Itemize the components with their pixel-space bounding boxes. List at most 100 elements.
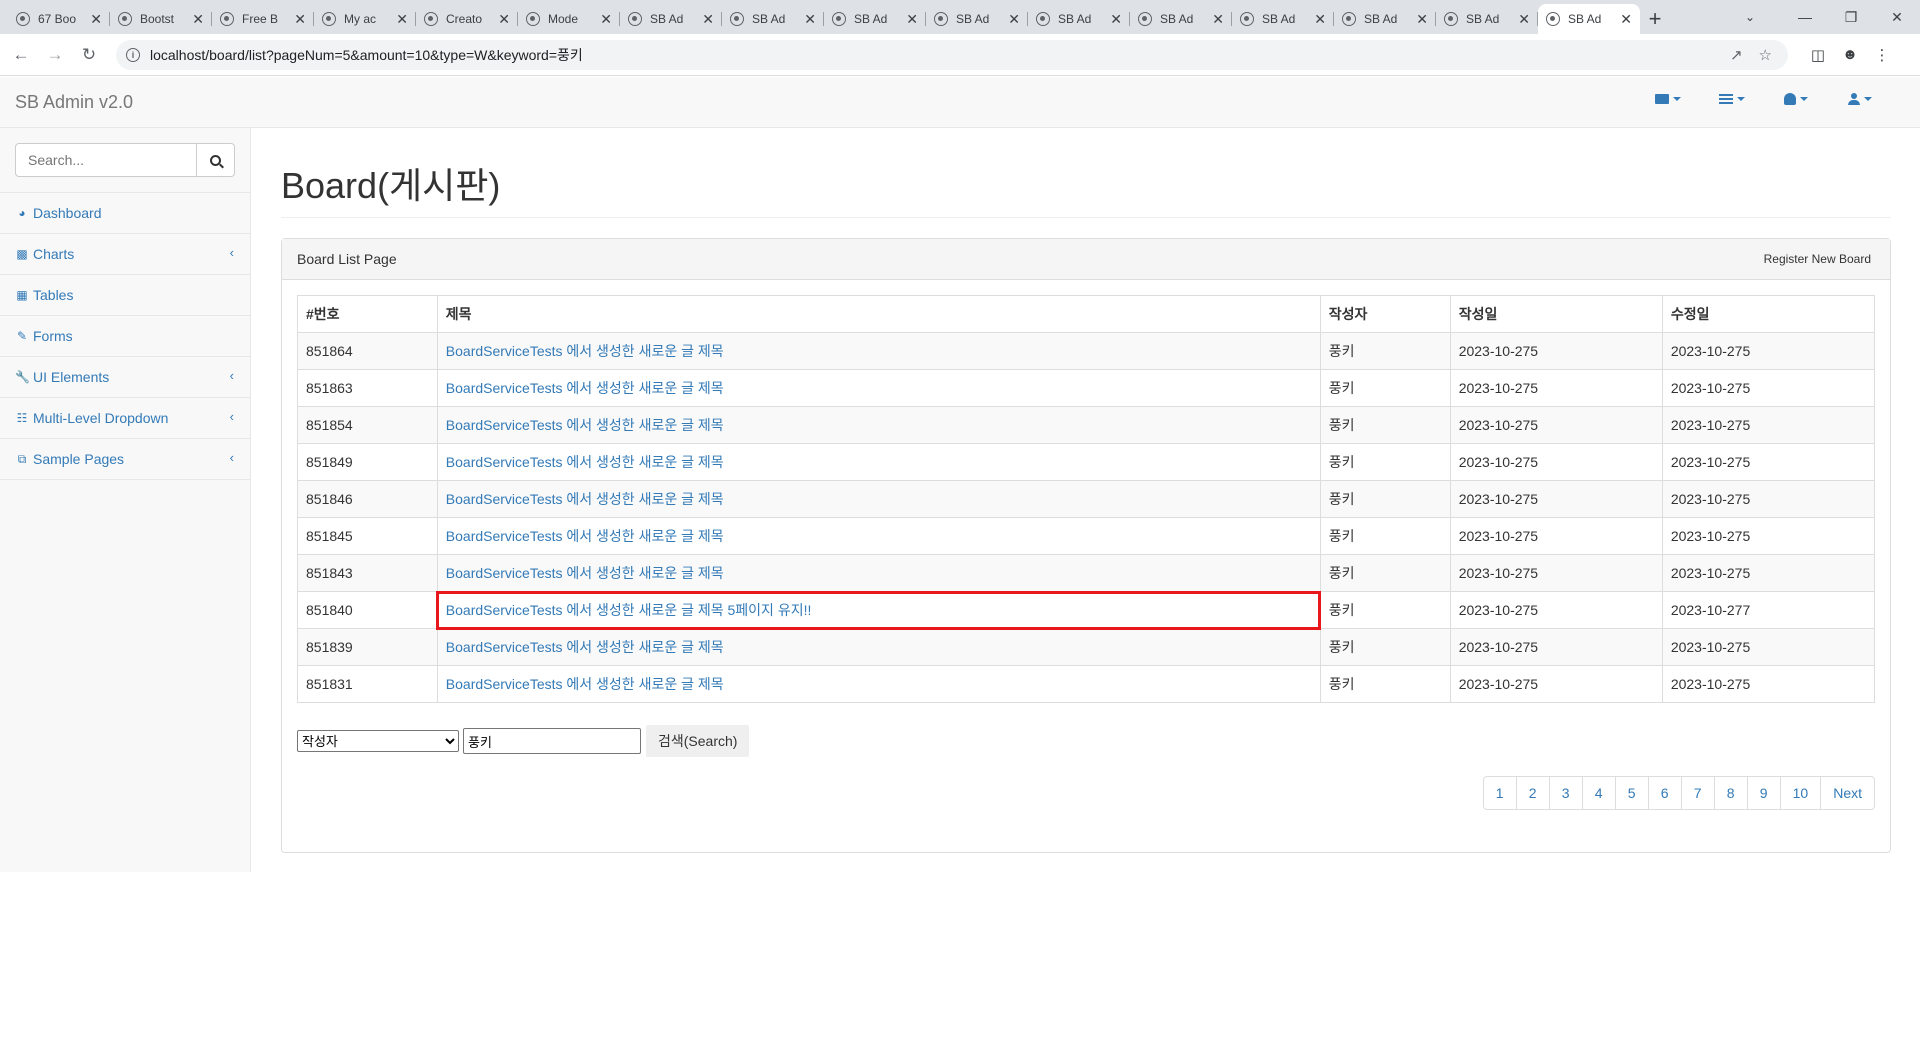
browser-tab[interactable]: My ac ✕ [314, 4, 416, 34]
post-title-cell: BoardServiceTests 에서 생성한 새로운 글 제목 [436, 480, 1321, 518]
post-title-link[interactable]: BoardServiceTests 에서 생성한 새로운 글 제목 [446, 417, 724, 433]
menu-kebab-icon[interactable]: ⋮ [1866, 46, 1898, 64]
chevron-left-icon: ‹ [229, 450, 234, 465]
post-title-link[interactable]: BoardServiceTests 에서 생성한 새로운 글 제목 [446, 454, 724, 470]
browser-tab[interactable]: SB Ad ✕ [1334, 4, 1436, 34]
alerts-dropdown[interactable] [1764, 93, 1828, 105]
post-title-link[interactable]: BoardServiceTests 에서 생성한 새로운 글 제목 [446, 639, 724, 655]
pagination-page[interactable]: 6 [1647, 776, 1682, 810]
brand[interactable]: SB Admin v2.0 [15, 92, 133, 113]
back-icon[interactable]: ← [8, 42, 34, 68]
site-info-icon[interactable]: i [126, 47, 140, 62]
pagination-page[interactable]: 10 [1779, 776, 1822, 810]
sidebar-item-label: Charts [33, 246, 75, 262]
table-icon: ▦ [16, 288, 28, 302]
browser-tab[interactable]: SB Ad ✕ [1436, 4, 1538, 34]
browser-tab[interactable]: Bootst ✕ [110, 4, 212, 34]
close-window-icon[interactable]: ✕ [1874, 0, 1920, 34]
user-dropdown[interactable] [1828, 93, 1892, 105]
tab-close-icon[interactable]: ✕ [396, 11, 408, 28]
search-keyword-input[interactable] [463, 728, 641, 754]
tab-close-icon[interactable]: ✕ [1110, 11, 1122, 28]
tab-close-icon[interactable]: ✕ [1518, 11, 1530, 28]
search-type-select[interactable]: 작성자 [297, 730, 459, 752]
tab-close-icon[interactable]: ✕ [294, 11, 306, 28]
messages-dropdown[interactable] [1636, 93, 1700, 105]
sidebar-item-dashboard[interactable]: ◕ Dashboard [0, 193, 250, 234]
reload-icon[interactable]: ↻ [76, 42, 102, 68]
sidebar-item-tables[interactable]: ▦ Tables [0, 275, 250, 316]
browser-tab[interactable]: Mode ✕ [518, 4, 620, 34]
url-text[interactable]: localhost/board/list?pageNum=5&amount=10… [150, 45, 1730, 65]
url-bar[interactable]: i localhost/board/list?pageNum=5&amount=… [116, 39, 1788, 70]
forward-icon[interactable]: → [42, 42, 68, 68]
browser-tab[interactable]: Free B ✕ [212, 4, 314, 34]
column-header: 제목 [436, 295, 1321, 333]
pagination-page[interactable]: 7 [1680, 776, 1715, 810]
tab-close-icon[interactable]: ✕ [906, 11, 918, 28]
post-title-link[interactable]: BoardServiceTests 에서 생성한 새로운 글 제목 [446, 380, 724, 396]
browser-tab[interactable]: SB Ad ✕ [722, 4, 824, 34]
tasks-dropdown[interactable] [1700, 93, 1764, 105]
new-tab-button[interactable]: + [1640, 4, 1670, 34]
post-title-link[interactable]: BoardServiceTests 에서 생성한 새로운 글 제목 [446, 676, 724, 692]
register-new-board-button[interactable]: Register New Board [1759, 248, 1875, 270]
tab-close-icon[interactable]: ✕ [1314, 11, 1326, 28]
browser-tab[interactable]: SB Ad ✕ [1232, 4, 1334, 34]
browser-tab[interactable]: SB Ad ✕ [1130, 4, 1232, 34]
post-title-link[interactable]: BoardServiceTests 에서 생성한 새로운 글 제목 [446, 528, 724, 544]
browser-tab[interactable]: SB Ad ✕ [926, 4, 1028, 34]
column-header: #번호 [297, 295, 438, 333]
tab-close-icon[interactable]: ✕ [600, 11, 612, 28]
pagination-page[interactable]: 9 [1746, 776, 1781, 810]
browser-tab[interactable]: SB Ad ✕ [824, 4, 926, 34]
pagination-page[interactable]: 3 [1548, 776, 1583, 810]
tab-search-icon[interactable]: ⌄ [1732, 0, 1768, 34]
browser-tab[interactable]: 67 Boo ✕ [8, 4, 110, 34]
browser-tab[interactable]: Creato ✕ [416, 4, 518, 34]
tab-close-icon[interactable]: ✕ [1620, 11, 1632, 28]
pagination-page[interactable]: 8 [1713, 776, 1748, 810]
sidebar-item-sample-pages[interactable]: ⧉ Sample Pages ‹ [0, 439, 250, 480]
tab-close-icon[interactable]: ✕ [1008, 11, 1020, 28]
post-updatedate: 2023-10-275 [1661, 406, 1876, 444]
pagination-page[interactable]: 1 [1482, 776, 1517, 810]
browser-tab[interactable]: SB Ad ✕ [1538, 4, 1640, 34]
share-icon[interactable]: ↗ [1730, 46, 1743, 64]
tasks-icon [1719, 94, 1733, 104]
post-title-link[interactable]: BoardServiceTests 에서 생성한 새로운 글 제목 [446, 343, 724, 359]
tab-close-icon[interactable]: ✕ [90, 11, 102, 28]
minimize-icon[interactable]: — [1782, 0, 1828, 34]
tab-close-icon[interactable]: ✕ [804, 11, 816, 28]
post-title-link[interactable]: BoardServiceTests 에서 생성한 새로운 글 제목 [446, 565, 724, 581]
sidebar-item-ui-elements[interactable]: 🔧 UI Elements ‹ [0, 357, 250, 398]
sidebar: ◕ Dashboard ▩ Charts ‹ ▦ Tables ✎ Forms 🔧UI Eleme… [0, 128, 251, 872]
pagination-next[interactable]: Next [1820, 776, 1875, 810]
side-panel-icon[interactable]: ◫ [1802, 46, 1834, 64]
sidebar-search-input[interactable] [15, 143, 197, 177]
search-button[interactable]: 검색(Search) [646, 725, 750, 757]
tab-title: SB Ad [956, 12, 990, 26]
browser-tab[interactable]: SB Ad ✕ [1028, 4, 1130, 34]
profile-icon[interactable]: ☻ [1834, 46, 1866, 64]
restore-icon[interactable]: ❐ [1828, 0, 1874, 34]
pagination-page[interactable]: 2 [1515, 776, 1550, 810]
browser-tab[interactable]: SB Ad ✕ [620, 4, 722, 34]
pagination-page[interactable]: 4 [1581, 776, 1616, 810]
post-writer: 풍키 [1319, 554, 1451, 592]
sidebar-item-forms[interactable]: ✎ Forms [0, 316, 250, 357]
tab-close-icon[interactable]: ✕ [192, 11, 204, 28]
bookmark-star-icon[interactable]: ☆ [1759, 46, 1772, 64]
sidebar-search-button[interactable] [197, 143, 235, 177]
tab-close-icon[interactable]: ✕ [1416, 11, 1428, 28]
post-title-link[interactable]: BoardServiceTests 에서 생성한 새로운 글 제목 5페이지 유… [446, 602, 812, 618]
sidebar-item-charts[interactable]: ▩ Charts ‹ [0, 234, 250, 275]
sidebar-item-multi-level-dropdown[interactable]: ☷ Multi-Level Dropdown ‹ [0, 398, 250, 439]
pagination-page[interactable]: 5 [1614, 776, 1649, 810]
post-title-cell: BoardServiceTests 에서 생성한 새로운 글 제목 [436, 406, 1321, 444]
tab-close-icon[interactable]: ✕ [498, 11, 510, 28]
tab-close-icon[interactable]: ✕ [1212, 11, 1224, 28]
tab-close-icon[interactable]: ✕ [702, 11, 714, 28]
post-title-link[interactable]: BoardServiceTests 에서 생성한 새로운 글 제목 [446, 491, 724, 507]
table-row: 851840 BoardServiceTests 에서 생성한 새로운 글 제목 … [297, 590, 1876, 630]
